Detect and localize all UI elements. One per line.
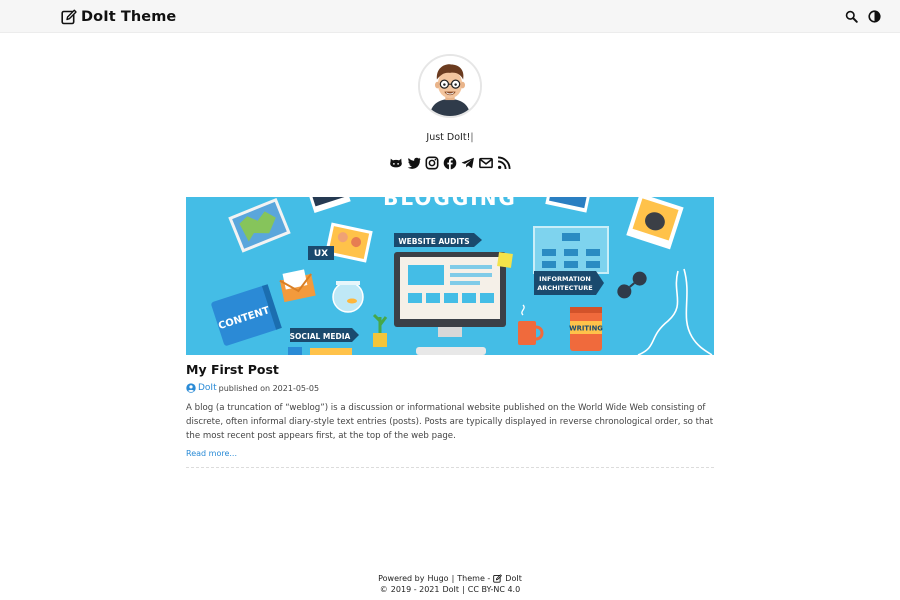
footer-separator-2: | [462,585,465,594]
label-writing: WRITING [569,325,603,333]
email-icon[interactable] [479,156,493,170]
hugo-link[interactable]: Hugo [428,573,449,584]
edit-icon [61,9,77,25]
github-icon[interactable] [389,156,403,170]
user-circle-icon [186,383,196,393]
footer-powered-prefix: Powered by [378,574,425,583]
label-social-media: SOCIAL MEDIA [290,332,351,341]
footer-copyright-row: © 2019 - 2021 DoIt | CC BY-NC 4.0 [0,584,900,595]
blogging-illustration: BLOGGING UX WEBSITE AUDITS INFORMATION A… [186,197,714,355]
footer-theme-prefix: Theme - [457,574,491,583]
profile-tagline: Just DoIt!| [0,132,900,143]
theme-link[interactable]: DoIt [505,573,522,584]
search-icon[interactable] [845,10,858,23]
footer-separator: | [451,574,455,583]
owner-link[interactable]: DoIt [443,584,460,595]
social-links [0,156,900,170]
post-cover-image[interactable]: BLOGGING UX WEBSITE AUDITS INFORMATION A… [186,197,714,355]
instagram-icon[interactable] [425,156,439,170]
license-link[interactable]: CC BY-NC 4.0 [468,584,520,595]
avatar-illustration [420,56,480,116]
footer-years: 2019 - 2021 [390,585,440,594]
navbar: DoIt Theme [0,0,900,33]
footer: Powered by Hugo | Theme - DoIt © 2019 - 2… [0,573,900,595]
post-divider [186,467,714,468]
post-title-link[interactable]: My First Post [186,362,279,377]
label-ux: UX [314,249,328,259]
avatar[interactable] [418,54,482,118]
post-date: published on 2021-05-05 [218,383,320,393]
post-meta: DoIt published on 2021-05-05 [186,383,319,393]
typing-cursor: | [470,132,474,143]
label-architecture: ARCHITECTURE [537,284,592,292]
copyright-icon: © [379,585,388,594]
site-brand-link[interactable]: DoIt Theme [61,7,176,27]
telegram-icon[interactable] [461,156,475,170]
label-website-audits: WEBSITE AUDITS [398,237,469,246]
facebook-icon[interactable] [443,156,457,170]
twitter-icon[interactable] [407,156,421,170]
banner-title: BLOGGING [383,197,517,210]
footer-powered-row: Powered by Hugo | Theme - DoIt [0,573,900,584]
theme-toggle-icon[interactable] [868,10,881,23]
read-more-link[interactable]: Read more... [186,449,237,458]
site-title: DoIt Theme [81,9,177,25]
rss-icon[interactable] [497,156,511,170]
edit-icon [493,574,503,583]
post-summary: A blog (a truncation of “weblog”) is a d… [186,403,714,441]
label-information: INFORMATION [539,275,591,283]
tagline-text: Just DoIt! [426,132,471,143]
post-author-link[interactable]: DoIt [198,383,217,393]
